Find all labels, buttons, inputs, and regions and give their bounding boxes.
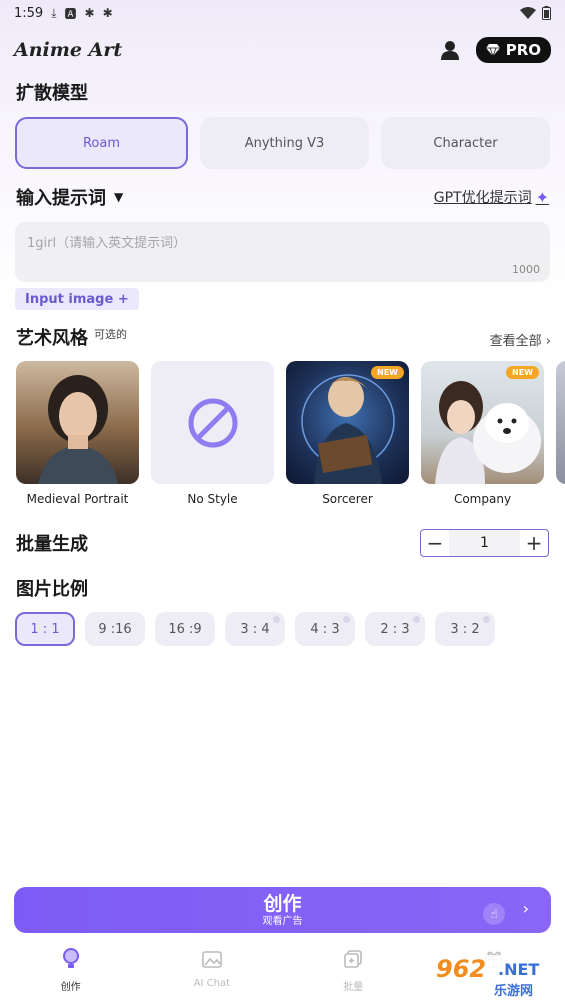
plus-icon[interactable]: +: [520, 530, 548, 556]
status-time: 1:59: [14, 5, 44, 21]
lock-icon: [273, 616, 280, 623]
battery-icon: [542, 6, 551, 20]
style-card-medieval-portrait[interactable]: Medieval Portrait: [16, 361, 139, 506]
minus-icon[interactable]: −: [421, 530, 449, 556]
watermark-site-name: 乐游网: [494, 984, 534, 999]
optional-note: 可选的: [94, 328, 127, 341]
nav-label: 创作: [60, 982, 81, 993]
image-icon: [202, 951, 222, 968]
prompt-box: 1000: [15, 222, 550, 282]
create-button[interactable]: 创作 观看广告 ☝ ›: [14, 887, 551, 933]
ratio-label: 4 : 3: [310, 621, 340, 637]
style-thumbnail: NEW: [421, 361, 544, 484]
status-bar: 1:59 ⤓ 🅰 ✱ ✱: [0, 0, 565, 26]
style-card-no-style[interactable]: No Style: [151, 361, 274, 506]
nav-item-batch[interactable]: 批量: [283, 940, 424, 1004]
char-limit: 1000: [512, 263, 540, 276]
watermark-logo: 962 .NET 乐游网: [428, 955, 560, 999]
gpt-optimize-label: GPT优化提示词: [433, 190, 532, 206]
see-all-link[interactable]: 查看全部 ›: [490, 330, 551, 349]
portrait-image: [38, 375, 118, 484]
ratio-label: 1 : 1: [30, 621, 60, 637]
style-list: Medieval Portrait No Style NEW Sorcerer: [16, 361, 565, 511]
style-section-title: 艺术风格: [16, 328, 88, 349]
layers-icon: [344, 950, 362, 968]
style-card-partial[interactable]: [556, 361, 565, 484]
ratio-label: 2 : 3: [380, 621, 410, 637]
new-badge: NEW: [371, 366, 404, 379]
gpt-optimize-link[interactable]: GPT优化提示词 ✦: [434, 187, 549, 207]
chevron-right-icon: ›: [522, 899, 529, 918]
ratio-section-title: 图片比例: [16, 579, 88, 600]
watermark-number: 962: [436, 955, 487, 983]
ratio-label: 3 : 4: [240, 621, 270, 637]
pro-button[interactable]: PRO: [475, 37, 551, 63]
ratio-option-16-9[interactable]: 16 :9: [155, 612, 215, 646]
ratio-label: 9 :16: [98, 621, 132, 637]
download-icon: ⤓: [51, 5, 57, 20]
style-label: Company: [453, 492, 512, 506]
batch-stepper: − 1 +: [420, 529, 549, 557]
lock-icon: [343, 616, 350, 623]
sparkle-icon: ✦: [535, 187, 549, 207]
style-thumbnail: [16, 361, 139, 484]
batch-section-title: 批量生成: [16, 534, 88, 555]
ratio-option-1-1[interactable]: 1 : 1: [15, 612, 75, 646]
ratio-selector: 1 : 1 9 :16 16 :9 3 : 4 4 : 3 2 : 3 3 : …: [15, 612, 495, 646]
style-card-sorcerer[interactable]: NEW Sorcerer: [286, 361, 409, 506]
style-card-company[interactable]: NEW Company: [421, 361, 544, 506]
input-image-button[interactable]: Input image +: [15, 288, 139, 310]
app-header: Anime Art PRO: [14, 34, 551, 66]
style-label: Sorcerer: [322, 492, 373, 506]
app-title: Anime Art: [14, 39, 123, 61]
sorcerer-image: [301, 374, 395, 484]
model-option-anything-v3[interactable]: Anything V3: [200, 117, 369, 169]
style-thumbnail: [556, 361, 565, 484]
watch-ad-label: 观看广告: [262, 915, 303, 927]
prompt-input[interactable]: [27, 232, 538, 262]
bulb-icon: [62, 948, 79, 968]
model-selector: Roam Anything V3 Character: [15, 117, 550, 169]
lock-icon: [483, 616, 490, 623]
style-thumbnail: [151, 361, 274, 484]
ratio-option-2-3[interactable]: 2 : 3: [365, 612, 425, 646]
ratio-option-3-2[interactable]: 3 : 2: [435, 612, 495, 646]
model-option-roam[interactable]: Roam: [15, 117, 188, 169]
ratio-option-9-16[interactable]: 9 :16: [85, 612, 145, 646]
style-thumbnail: NEW: [286, 361, 409, 484]
new-badge: NEW: [506, 366, 539, 379]
user-icon[interactable]: [440, 40, 460, 60]
nav-item-create[interactable]: 创作: [0, 940, 141, 1004]
create-label: 创作: [263, 892, 302, 915]
no-style-icon: [188, 398, 237, 447]
ratio-option-4-3[interactable]: 4 : 3: [295, 612, 355, 646]
model-section-title: 扩散模型: [16, 83, 88, 104]
nav-label: AI Chat: [193, 978, 231, 989]
bug-icon: ✱: [84, 6, 95, 20]
a-icon: 🅰: [64, 6, 77, 21]
style-label: Medieval Portrait: [26, 492, 129, 506]
nav-label: 批量: [343, 982, 364, 993]
ratio-label: 3 : 2: [450, 621, 480, 637]
batch-row: 批量生成 − 1 +: [16, 529, 549, 557]
model-option-character[interactable]: Character: [381, 117, 550, 169]
bug-icon: ✱: [102, 6, 113, 20]
caret-down-icon[interactable]: ▼: [114, 190, 123, 204]
ratio-label: 16 :9: [168, 621, 202, 637]
wifi-icon: [520, 7, 536, 19]
hand-pointer-icon: ☝: [483, 903, 505, 925]
watermark-domain: .NET: [498, 960, 540, 979]
prompt-section-title: 输入提示词: [16, 188, 106, 209]
style-header: 艺术风格 可选的 查看全部 ›: [16, 324, 551, 350]
batch-count: 1: [449, 530, 520, 556]
company-image: [435, 381, 541, 484]
nav-item-ai-chat[interactable]: AI Chat: [141, 940, 282, 1004]
prompt-header: 输入提示词 ▼ GPT优化提示词 ✦: [16, 184, 549, 210]
style-label: No Style: [187, 492, 238, 506]
pro-label: PRO: [505, 41, 541, 59]
diamond-icon: [485, 44, 500, 56]
lock-icon: [413, 616, 420, 623]
ratio-option-3-4[interactable]: 3 : 4: [225, 612, 285, 646]
